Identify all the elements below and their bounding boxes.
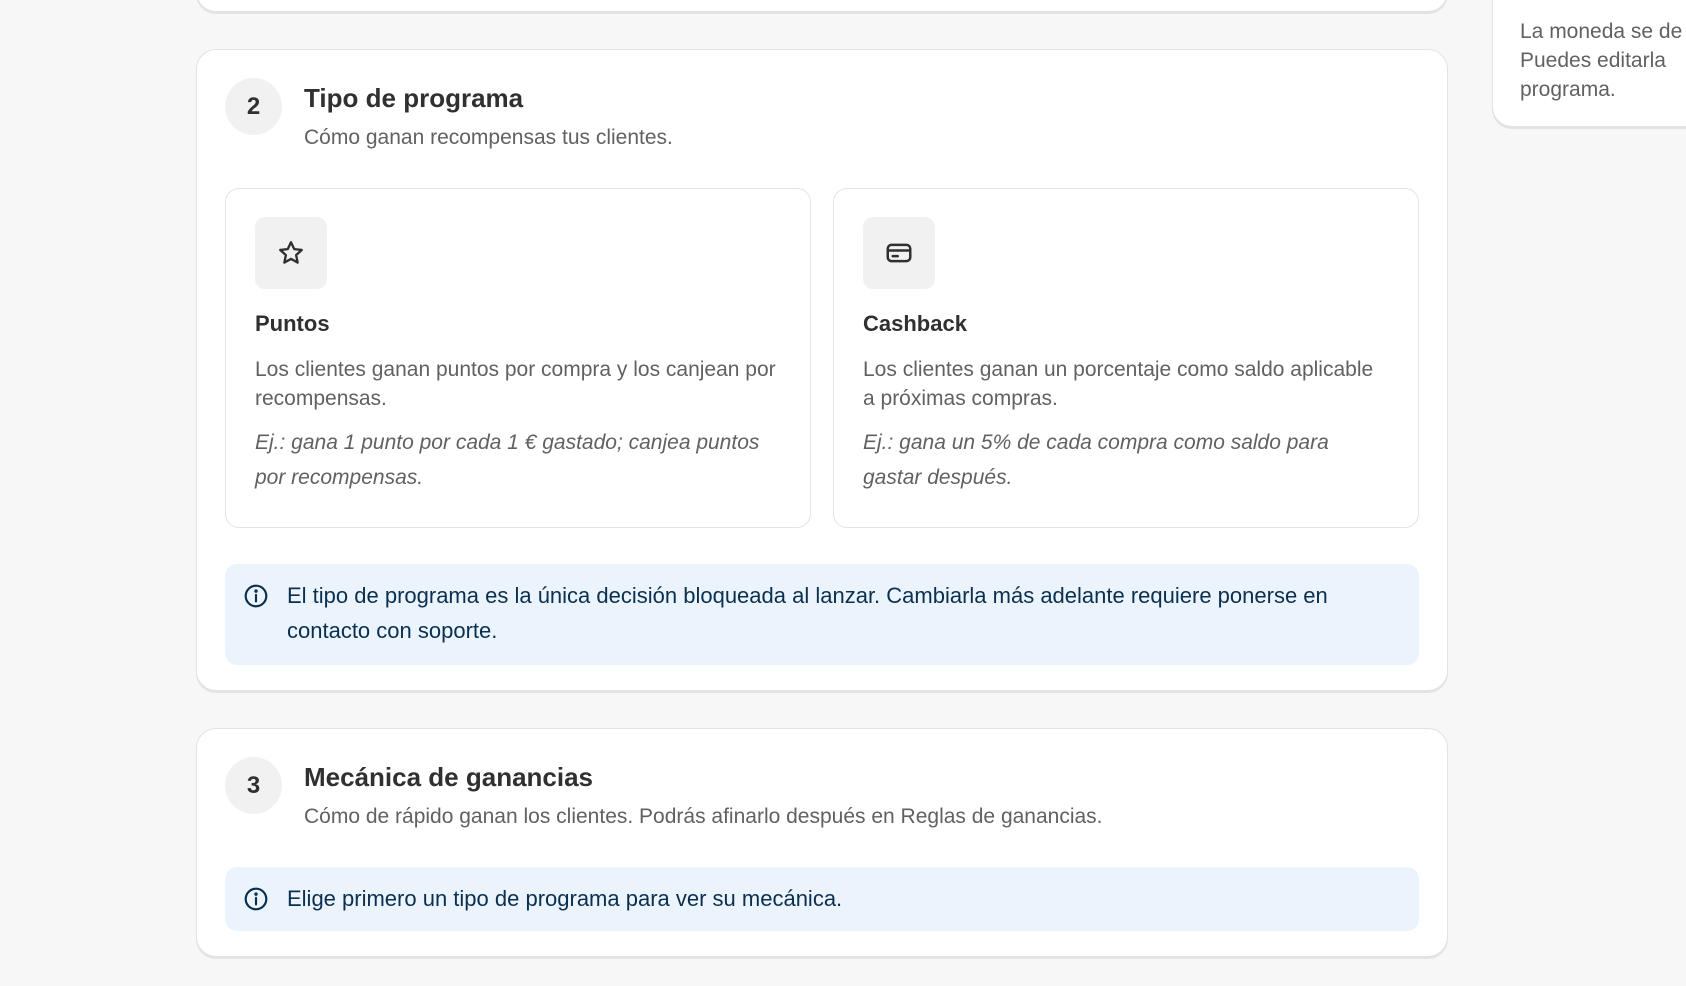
section-header: 2 Tipo de programa Cómo ganan recompensa… xyxy=(225,78,1419,152)
step-number-badge: 2 xyxy=(225,78,282,135)
section-title: Mecánica de ganancias xyxy=(304,762,594,792)
side-note-line: La moneda se de xyxy=(1520,20,1683,43)
currency-side-note: La moneda se de Puedes editarla programa… xyxy=(1492,0,1686,127)
program-type-options: Puntos Los clientes ganan puntos por com… xyxy=(225,188,1419,528)
section-header: 3 Mecánica de ganancias Cómo de rápido g… xyxy=(225,757,1419,831)
previous-section-card xyxy=(196,0,1448,12)
section-title: Tipo de programa xyxy=(304,83,524,113)
info-banner: El tipo de programa es la única decisión… xyxy=(225,564,1419,665)
info-icon xyxy=(243,578,273,613)
step-number-badge: 3 xyxy=(225,757,282,814)
option-description: Los clientes ganan puntos por compra y l… xyxy=(255,358,776,410)
option-example: Ej.: gana 1 punto por cada 1 € gastado; … xyxy=(255,431,760,489)
option-example: Ej.: gana un 5% de cada compra como sald… xyxy=(863,431,1329,489)
info-banner-text: El tipo de programa es la única decisión… xyxy=(287,583,1328,643)
section-subtitle: Cómo ganan recompensas tus clientes. xyxy=(304,126,673,149)
option-title: Cashback xyxy=(863,311,967,336)
info-banner: Elige primero un tipo de programa para v… xyxy=(225,867,1419,931)
section-subtitle: Cómo de rápido ganan los clientes. Podrá… xyxy=(304,805,1103,828)
program-type-section: 2 Tipo de programa Cómo ganan recompensa… xyxy=(196,49,1448,691)
star-icon xyxy=(255,217,327,289)
side-note-line: Puedes editarla xyxy=(1520,49,1666,72)
option-description: Los clientes ganan un porcentaje como sa… xyxy=(863,358,1374,410)
credit-card-icon xyxy=(863,217,935,289)
option-points[interactable]: Puntos Los clientes ganan puntos por com… xyxy=(225,188,811,528)
option-cashback[interactable]: Cashback Los clientes ganan un porcentaj… xyxy=(833,188,1419,528)
option-title: Puntos xyxy=(255,311,330,336)
earning-mechanics-section: 3 Mecánica de ganancias Cómo de rápido g… xyxy=(196,728,1448,957)
info-icon xyxy=(243,881,273,916)
side-note-line: programa. xyxy=(1520,78,1616,101)
info-banner-text: Elige primero un tipo de programa para v… xyxy=(287,886,843,911)
